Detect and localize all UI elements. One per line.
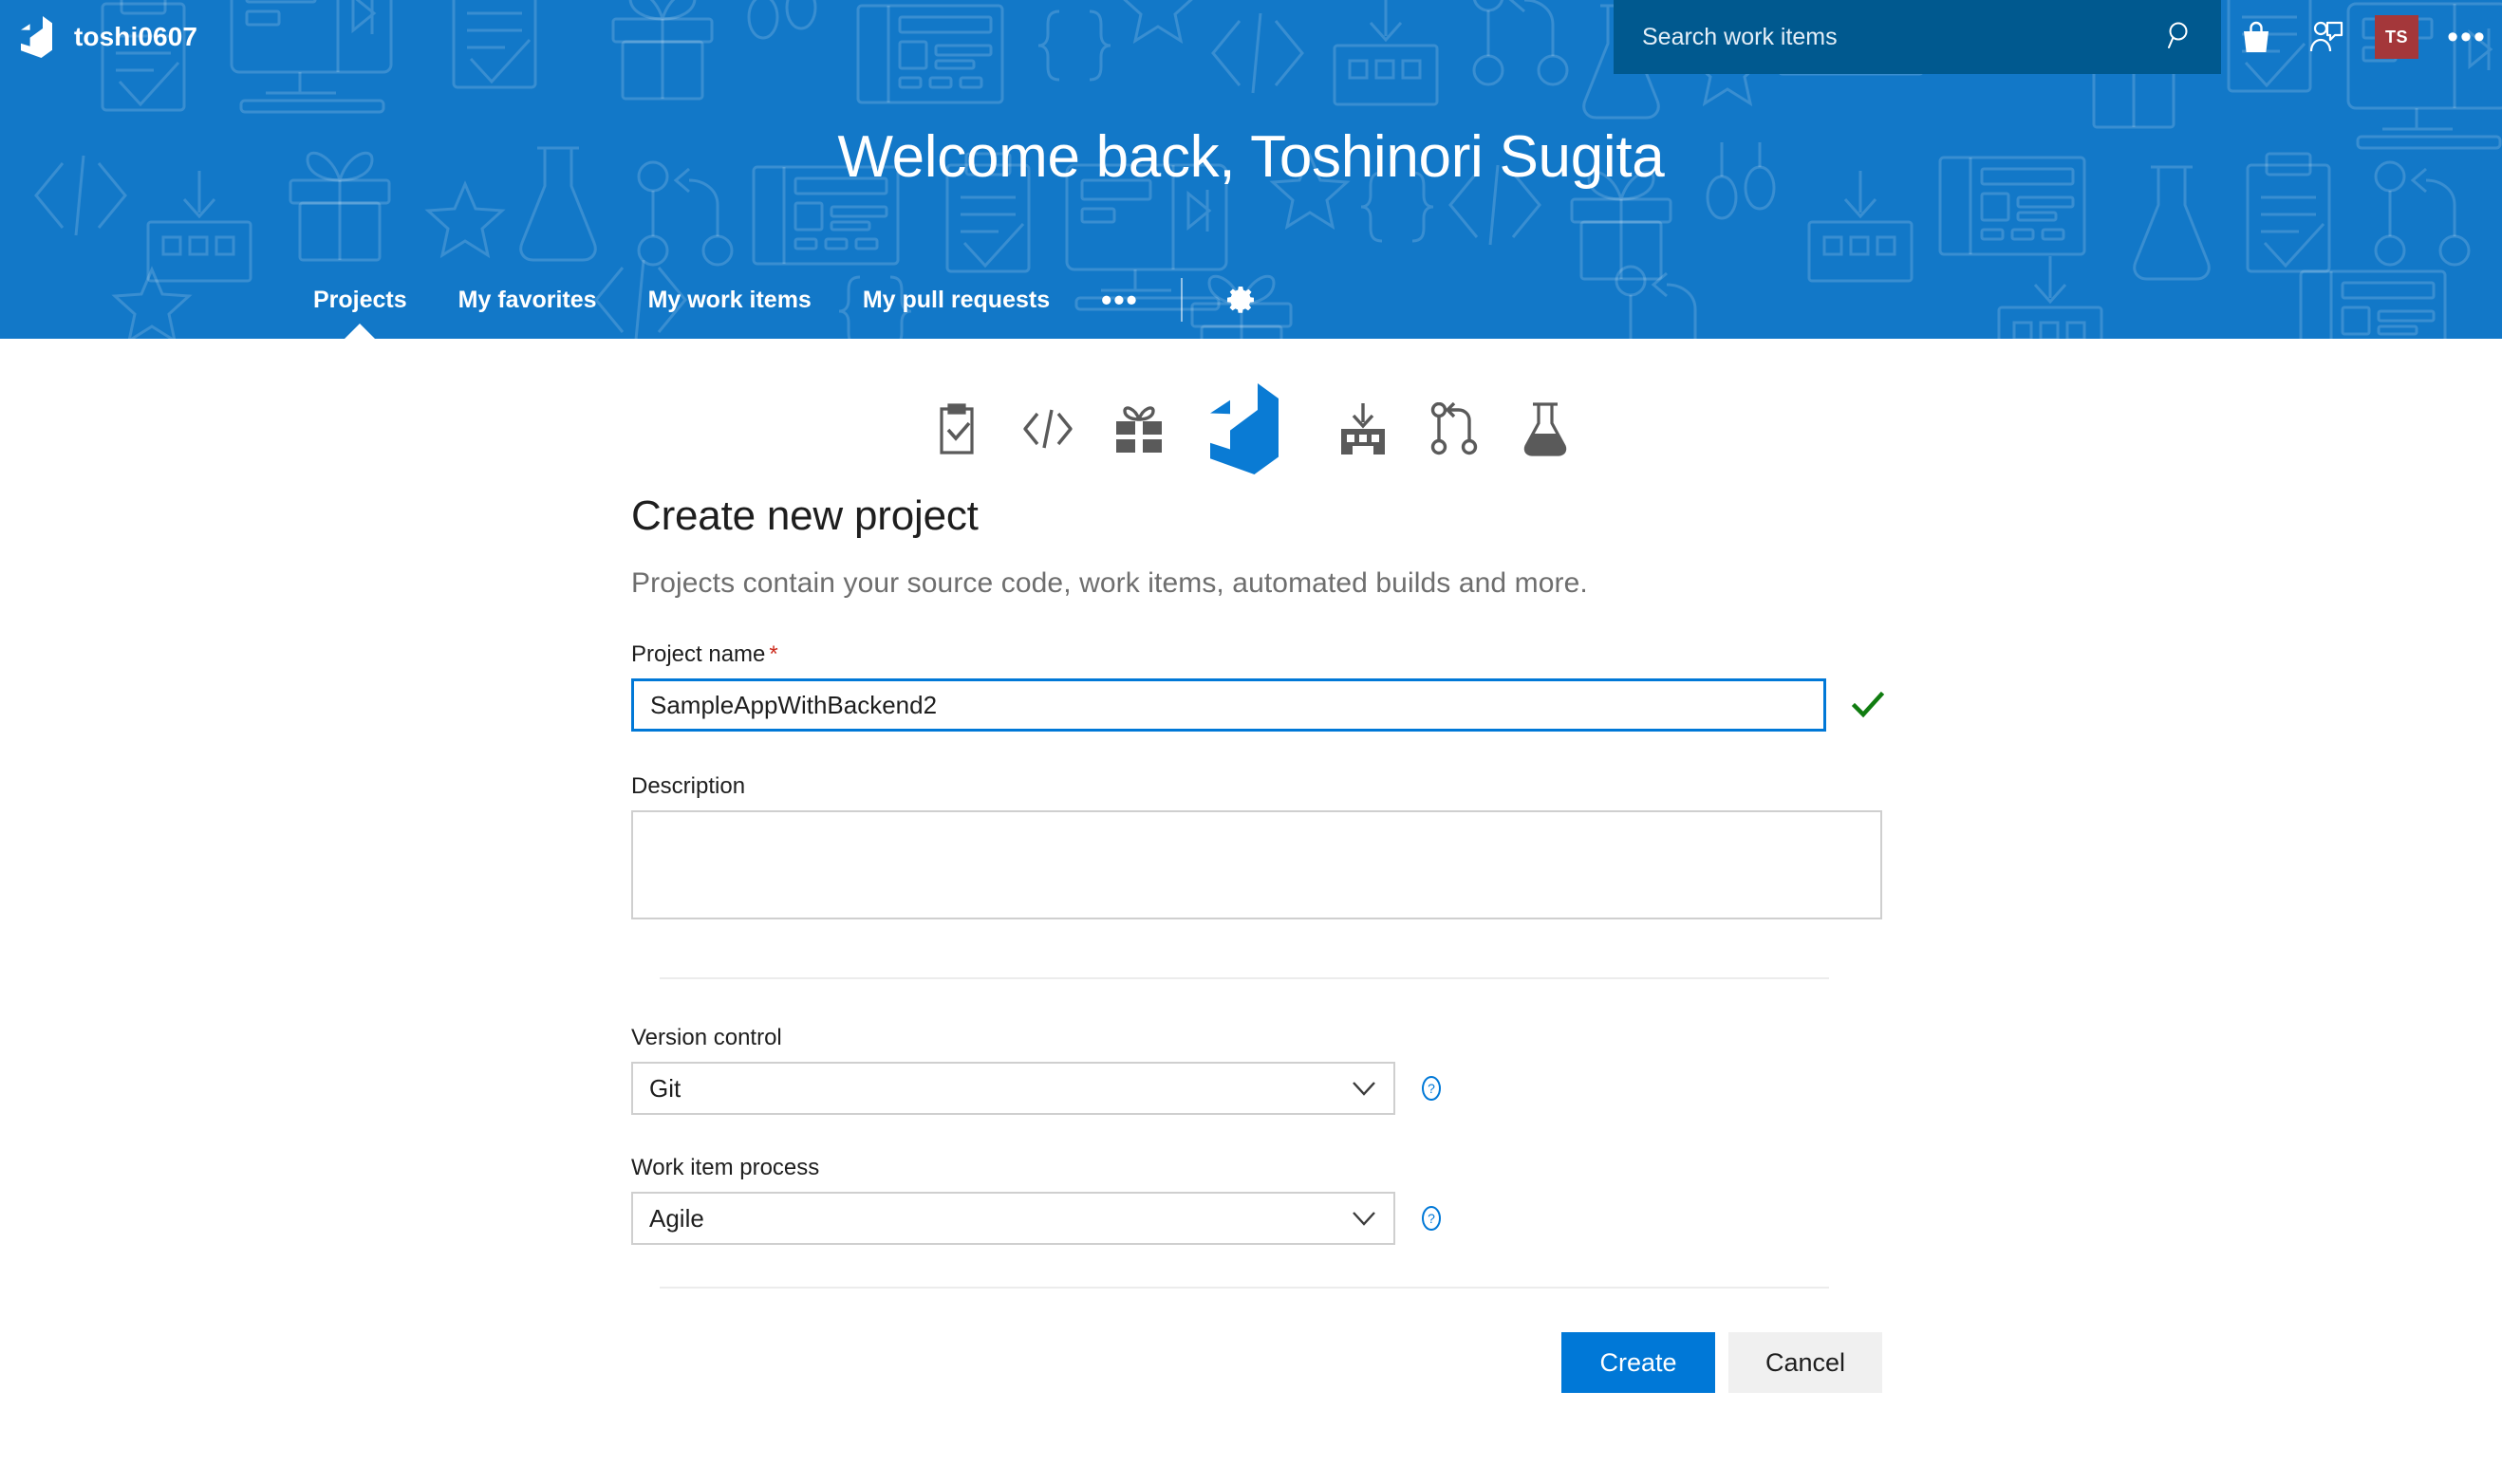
project-name-field: Project name * <box>631 641 1884 732</box>
hub-icon-row <box>0 339 2502 481</box>
version-control-dropdown[interactable]: Git <box>631 1062 1395 1115</box>
required-asterisk: * <box>769 641 778 667</box>
project-name-label: Project name * <box>631 641 1884 668</box>
description-field: Description <box>631 773 1884 924</box>
vsts-logo-icon[interactable] <box>1185 377 1317 481</box>
nav-item-my-favorites[interactable]: My favorites <box>458 261 597 339</box>
create-button[interactable]: Create <box>1561 1332 1715 1393</box>
project-name-input[interactable] <box>631 678 1826 732</box>
divider-above-buttons <box>660 1287 1829 1289</box>
svg-text:?: ? <box>1428 1211 1435 1226</box>
gear-icon[interactable] <box>1224 284 1257 316</box>
work-item-process-field: Work item process Agile ? <box>631 1155 1884 1245</box>
user-feedback-icon[interactable] <box>2291 0 2362 74</box>
more-menu-icon[interactable]: ••• <box>2432 0 2502 74</box>
work-clipboard-icon[interactable] <box>911 377 1002 481</box>
nav-divider <box>1180 278 1183 322</box>
global-toolbar-right: TS ••• <box>1614 0 2502 74</box>
help-circle-icon[interactable]: ? <box>1418 1075 1445 1102</box>
page-content: Create new project Projects contain your… <box>0 339 2502 1393</box>
divider-above-version-control <box>660 977 1829 979</box>
work-item-process-value: Agile <box>649 1203 704 1233</box>
account-name: toshi0607 <box>74 22 198 51</box>
help-circle-icon[interactable]: ? <box>1418 1205 1445 1232</box>
svg-text:?: ? <box>1428 1081 1435 1096</box>
green-check-icon <box>1852 691 1884 719</box>
description-label: Description <box>631 773 746 799</box>
nav-overflow-icon[interactable]: ••• <box>1101 261 1139 339</box>
test-beaker-icon[interactable] <box>1500 377 1591 481</box>
work-item-process-dropdown[interactable]: Agile <box>631 1192 1395 1245</box>
global-toolbar: toshi0607 Search work items TS ••• <box>0 0 2502 74</box>
version-control-field: Version control Git ? <box>631 1025 1884 1115</box>
search-icon[interactable] <box>2166 20 2196 55</box>
search-box[interactable] <box>1614 0 2221 74</box>
form-actions: Create Cancel <box>631 1332 1882 1393</box>
nav-item-projects[interactable]: Projects <box>313 261 407 339</box>
package-gift-icon[interactable] <box>1093 377 1185 481</box>
description-textarea[interactable] <box>631 810 1882 919</box>
marketplace-bag-icon[interactable] <box>2221 0 2291 74</box>
nav-item-my-pull-requests[interactable]: My pull requests <box>863 261 1050 339</box>
chevron-down-icon[interactable] <box>1352 1211 1376 1226</box>
page-title: Create new project <box>631 492 979 539</box>
welcome-heading: Welcome back, Toshinori Sugita <box>837 124 1665 190</box>
search-input[interactable] <box>1642 23 2166 51</box>
chevron-down-icon[interactable] <box>1352 1081 1376 1096</box>
pull-request-branch-icon[interactable] <box>1409 377 1500 481</box>
code-brackets-icon[interactable] <box>1002 377 1093 481</box>
page-subtitle: Projects contain your source code, work … <box>631 567 1588 599</box>
project-name-label-text: Project name <box>631 641 766 667</box>
create-project-form: Create new project Projects contain your… <box>631 492 1884 1393</box>
account-home-link[interactable]: toshi0607 <box>0 0 197 74</box>
build-factory-icon[interactable] <box>1317 377 1409 481</box>
hub-navigation: Projects My favorites My work items My p… <box>313 261 1257 339</box>
avatar[interactable]: TS <box>2362 0 2432 74</box>
cancel-button[interactable]: Cancel <box>1728 1332 1882 1393</box>
nav-item-my-work-items[interactable]: My work items <box>648 261 812 339</box>
version-control-label: Version control <box>631 1025 782 1050</box>
welcome-banner: toshi0607 Search work items TS ••• Welco… <box>0 0 2502 339</box>
avatar-initials[interactable]: TS <box>2375 15 2418 59</box>
work-item-process-label: Work item process <box>631 1155 820 1180</box>
version-control-value: Git <box>649 1073 682 1103</box>
vsts-logo-icon <box>21 16 59 58</box>
